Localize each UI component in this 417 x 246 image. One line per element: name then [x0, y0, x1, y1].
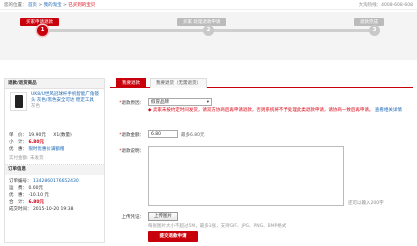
- refund-form: 我要退款 我要退货（无需退货） *退款原因： 假冒品牌 ▾ ◆ 卖家未按约定时间…: [110, 78, 413, 243]
- product-name[interactable]: UK8/U世风冠球杆手机智能广角镜头 灰色/黑色安全可达 稳定工具 灰色: [31, 92, 103, 110]
- amount-label: *退款金额：: [119, 133, 145, 138]
- order-number-label: 订单编号：: [9, 179, 32, 184]
- subtotal-value: 6.80元: [28, 140, 45, 145]
- shipping-status: 实付金额: 未发货: [9, 156, 44, 161]
- discount-row: 优 惠： -10.10 元: [9, 193, 49, 199]
- description-label-text: 退款说明：: [121, 149, 145, 154]
- step-1-circle: 1: [37, 25, 48, 36]
- price-row: 单 价： 19.90元 X1(数量): [9, 133, 72, 139]
- order-number-row: 订单编号： 1342860176652430: [9, 179, 79, 185]
- total-label: 合 计：: [9, 200, 27, 205]
- breadcrumb: 您的位置： 首页 > 我的淘宝 > 已买到的宝贝: [4, 2, 95, 8]
- breadcrumb-my-taobao[interactable]: 我的淘宝: [44, 3, 62, 8]
- chevron-down-icon: ▾: [206, 100, 209, 105]
- submit-refund-button[interactable]: 提交退款申请: [148, 231, 198, 242]
- service-link[interactable]: 限时优惠价满额赠: [28, 147, 64, 152]
- reason-label: *退款原因：: [119, 101, 145, 106]
- description-textarea[interactable]: [148, 146, 344, 206]
- service-label: 优 惠：: [9, 147, 27, 152]
- product-name-link[interactable]: UK8/U世风冠球杆手机智能广角镜头 灰色/黑色安全可达 稳定工具: [31, 92, 99, 103]
- breadcrumb-home[interactable]: 首页: [28, 3, 37, 8]
- order-number-link[interactable]: 1342860176652430: [33, 179, 79, 184]
- upload-image-button[interactable]: 上传图片: [148, 212, 178, 221]
- freight-label: 运 费：: [9, 186, 27, 191]
- total-value: 6.80元: [28, 200, 45, 205]
- step-3-circle: 3: [369, 25, 380, 36]
- top-bar: 您的位置： 首页 > 我的淘宝 > 已买到的宝贝 大淘热线：4008-608-6…: [0, 0, 417, 10]
- breadcrumb-prefix: 您的位置：: [4, 3, 27, 8]
- reason-hint-text: 卖家未按约定时间发货，请双方协商后再申请退款，否则系统将不予处理此类退款申请，请…: [152, 108, 374, 113]
- deal-time-label: 成交时间：: [9, 207, 32, 212]
- tab-return[interactable]: 我要退货（无需退货）: [150, 78, 207, 88]
- discount-value: -10.10 元: [28, 193, 49, 198]
- quantity-value: X1(数量): [53, 133, 72, 138]
- description-counter: 还可以输入200字: [348, 201, 384, 206]
- subtotal-row: 小 计： 6.80元: [9, 140, 44, 146]
- total-row: 合 计： 6.80元: [9, 200, 44, 206]
- step-3-label: 退款完成: [354, 18, 384, 26]
- deal-time-value: 2015-10-20 19:38: [32, 207, 74, 212]
- hotline-text: 大淘热线：4008-608-608: [358, 3, 413, 8]
- service-row: 优 惠： 限时优惠价满额赠: [9, 147, 64, 153]
- product-thumbnail[interactable]: [10, 92, 27, 111]
- breadcrumb-current: 已买到的宝贝: [68, 3, 96, 8]
- step-2-label: 买家 处理退款申请: [177, 18, 227, 26]
- description-label: *退款说明：: [119, 149, 145, 154]
- reason-label-text: 退款原因：: [121, 101, 145, 106]
- refund-product-panel: 退款/退货商品 UK8/U世风冠球杆手机智能广角镜头 灰色/黑色安全可达 稳定工…: [4, 78, 105, 243]
- upload-hint: 每张图片大小不超过5M，最多3张，支持GIF、JPG、PNG、BMP格式: [148, 224, 287, 229]
- freight-row: 运 费： 0.00元: [9, 186, 43, 192]
- reason-hint-link[interactable]: 查看相关详情: [375, 108, 402, 113]
- order-info-title: 订单信息: [5, 165, 104, 175]
- amount-label-text: 退款金额：: [121, 133, 145, 138]
- reason-select[interactable]: 假冒品牌 ▾: [148, 98, 212, 106]
- info-icon: ◆: [148, 108, 152, 113]
- subtotal-label: 小 计：: [9, 140, 27, 145]
- discount-label: 优 惠：: [9, 193, 27, 198]
- price-value: 19.90元: [28, 133, 46, 138]
- amount-hint: 最多6.80元: [181, 133, 205, 138]
- tab-refund[interactable]: 我要退款: [116, 78, 146, 88]
- reason-hint: ◆ 卖家未按约定时间发货，请双方协商后再申请退款，否则系统将不予处理此类退款申请…: [148, 108, 408, 114]
- product-variant: 灰色: [31, 104, 40, 109]
- reason-select-value: 假冒品牌: [151, 100, 169, 105]
- phone-image-icon: [15, 95, 23, 108]
- deal-time-row: 成交时间： 2015-10-20 19:38: [9, 207, 74, 213]
- amount-input[interactable]: 6.80: [148, 130, 178, 138]
- panel-title: 退款/退货商品: [5, 79, 104, 89]
- step-2-circle: 2: [203, 25, 214, 36]
- price-label: 单 价：: [9, 133, 27, 138]
- upload-label: 上传凭证：: [121, 215, 145, 220]
- freight-value: 0.00元: [28, 186, 43, 191]
